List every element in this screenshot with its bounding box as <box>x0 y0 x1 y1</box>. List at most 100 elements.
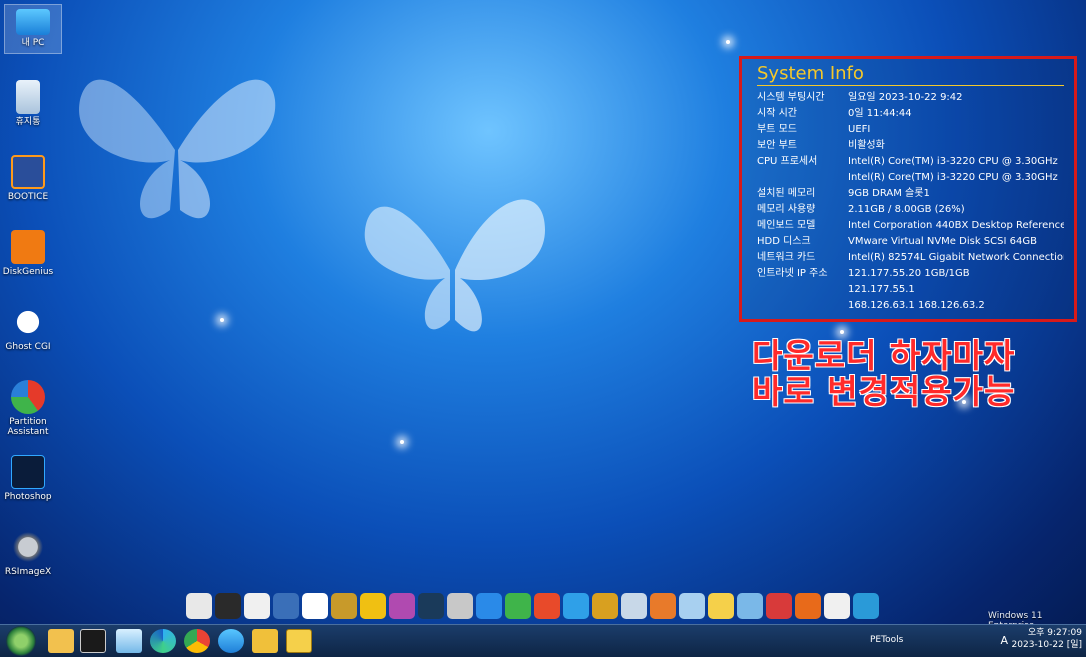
soccer-icon[interactable] <box>824 593 850 619</box>
image-icon[interactable] <box>679 593 705 619</box>
rsimagex-icon <box>11 530 45 564</box>
media-icon[interactable] <box>447 593 473 619</box>
promo-text: 다운로더 하자마자 바로 변경적용가능 <box>752 338 1015 410</box>
archive-icon[interactable] <box>592 593 618 619</box>
photoshop-icon <box>11 455 45 489</box>
system-info-row: 부트 모드 UEFI <box>757 122 1064 138</box>
gear-icon[interactable] <box>215 593 241 619</box>
system-info-key: 시작 시간 <box>757 108 797 119</box>
language-indicator[interactable]: A <box>1000 635 1008 647</box>
system-info-row: 시스템 부팅시간 일요일 2023-10-22 9:42 <box>757 90 1064 106</box>
desktop-icon-label: Partition Assistant <box>7 417 49 437</box>
desktop-icon-label: Photoshop <box>4 492 52 502</box>
desktop-icon-rsimagex[interactable]: RSImageX <box>0 530 56 577</box>
system-info-key: 인트라넷 IP 주소 <box>757 268 828 279</box>
desktop-icon-bootice[interactable]: BOOTICE <box>0 155 56 202</box>
start-orb-icon[interactable] <box>6 626 36 656</box>
chrome-icon[interactable] <box>184 629 210 653</box>
system-info-row: CPU 프로세서 Intel(R) Core(TM) i3-3220 CPU @ … <box>757 154 1064 170</box>
desktop-icon-label: RSImageX <box>4 567 52 577</box>
system-info-value: 0일 11:44:44 <box>848 108 912 119</box>
system-info-row: 보안 부트 비활성화 <box>757 138 1064 154</box>
clock-date[interactable]: 2023-10-22 [일] <box>1012 639 1082 651</box>
promo-line-2: 바로 변경적용가능 <box>752 372 1016 411</box>
clock-time[interactable]: 오후 9:27:09 <box>1012 627 1082 639</box>
system-info-value: 비활성화 <box>848 140 885 151</box>
bootice-icon <box>11 155 45 189</box>
system-info-value: 9GB DRAM 슬롯1 <box>848 188 930 199</box>
system-info-key: 메인보드 모델 <box>757 220 816 231</box>
window-icon[interactable] <box>418 593 444 619</box>
system-info-value: 168.126.63.1 168.126.63.2 <box>848 300 985 311</box>
diskgenius-icon <box>11 230 45 264</box>
network-icon[interactable] <box>737 593 763 619</box>
disk-icon[interactable] <box>273 593 299 619</box>
system-info-key: 메모리 사용량 <box>757 204 816 215</box>
rh-icon[interactable] <box>708 593 734 619</box>
notepad-icon[interactable] <box>116 629 142 653</box>
system-info-value: 2.11GB / 8.00GB (26%) <box>848 204 965 215</box>
system-info-row: 168.126.63.1 168.126.63.2 <box>757 298 1064 314</box>
desktop-icon-photoshop[interactable]: Photoshop <box>0 455 56 502</box>
ghost-icon <box>11 305 45 339</box>
petools-label[interactable]: PETools <box>870 635 903 645</box>
edge-icon[interactable] <box>150 629 176 653</box>
computer-icon[interactable] <box>186 593 212 619</box>
system-info-row: 네트워크 카드 Intel(R) 82574L Gigabit Network C… <box>757 250 1064 266</box>
desktop-icon-ghost-cgi[interactable]: Ghost CGI <box>0 305 56 352</box>
system-info-key: 네트워크 카드 <box>757 252 816 263</box>
triangle-icon[interactable] <box>360 593 386 619</box>
package-icon[interactable] <box>650 593 676 619</box>
desktop-icon-label: BOOTICE <box>7 192 49 202</box>
system-info-key: 부트 모드 <box>757 124 797 135</box>
system-info-row: 시작 시간 0일 11:44:44 <box>757 106 1064 122</box>
system-info-row: Intel(R) Core(TM) i3-3220 CPU @ 3.30GHz <box>757 170 1064 186</box>
system-info-key: 시스템 부팅시간 <box>757 92 825 103</box>
system-info-key: CPU 프로세서 <box>757 156 818 167</box>
drop-icon[interactable] <box>853 593 879 619</box>
magnifier-icon[interactable] <box>331 593 357 619</box>
system-info-key <box>757 282 848 298</box>
vscode-icon[interactable] <box>218 629 244 653</box>
taskbar: PETools A 오후 9:27:09 2023-10-22 [일] <box>0 624 1086 657</box>
desktop-icon-recycle-bin[interactable]: 휴지통 <box>0 80 56 127</box>
settings-icon[interactable] <box>621 593 647 619</box>
desktop-icon-label: 내 PC <box>21 38 45 48</box>
teamviewer-icon[interactable] <box>476 593 502 619</box>
system-tray: A 오후 9:27:09 2023-10-22 [일] <box>1000 627 1082 651</box>
system-info-row: 메모리 사용량 2.11GB / 8.00GB (26%) <box>757 202 1064 218</box>
desktop: 내 PC 휴지통 BOOTICE DiskGenius Ghost CGI Pa… <box>0 0 1086 631</box>
system-info-divider <box>757 85 1064 86</box>
system-info-row: 설치된 메모리 9GB DRAM 슬롯1 <box>757 186 1064 202</box>
desktop-icon-partition-assistant[interactable]: Partition Assistant <box>0 380 56 437</box>
system-info-rows: 시스템 부팅시간 일요일 2023-10-22 9:42 시작 시간 0일 11:44… <box>757 90 1064 314</box>
toggle-icon[interactable] <box>302 593 328 619</box>
puzzle-icon[interactable] <box>766 593 792 619</box>
system-info-value: Intel Corporation 440BX Desktop Referenc… <box>848 220 1064 231</box>
basketball-icon[interactable] <box>795 593 821 619</box>
shield-icon[interactable] <box>534 593 560 619</box>
desktop-icon-label: 휴지통 <box>15 117 41 127</box>
edge-icon[interactable] <box>563 593 589 619</box>
terminal-icon[interactable] <box>80 629 106 653</box>
document-icon[interactable] <box>244 593 270 619</box>
system-info-widget: System Info 시스템 부팅시간 일요일 2023-10-22 9:42 시… <box>739 56 1077 322</box>
system-info-title: System Info <box>757 63 864 84</box>
rh-icon[interactable] <box>286 629 312 653</box>
system-info-key: 보안 부트 <box>757 140 797 151</box>
torrent-icon[interactable] <box>505 593 531 619</box>
desktop-icon-diskgenius[interactable]: DiskGenius <box>0 230 56 277</box>
partition-assistant-icon <box>11 380 45 414</box>
desktop-icon-label: DiskGenius <box>2 267 54 277</box>
system-info-value: 121.177.55.20 1GB/1GB <box>848 268 970 279</box>
system-info-value: Intel(R) Core(TM) i3-3220 CPU @ 3.30GHz <box>848 156 1058 167</box>
disc-icon[interactable] <box>389 593 415 619</box>
ie-icon[interactable] <box>252 629 278 653</box>
desktop-icon-my-pc[interactable]: 내 PC <box>4 4 62 54</box>
desktop-icon-label: Ghost CGI <box>5 342 51 352</box>
file-explorer-icon[interactable] <box>48 629 74 653</box>
system-info-row: 인트라넷 IP 주소 121.177.55.20 1GB/1GB <box>757 266 1064 282</box>
promo-line-1: 다운로더 하자마자 <box>752 336 1016 375</box>
system-info-value: 일요일 2023-10-22 9:42 <box>848 92 963 103</box>
app-dock <box>186 590 879 622</box>
